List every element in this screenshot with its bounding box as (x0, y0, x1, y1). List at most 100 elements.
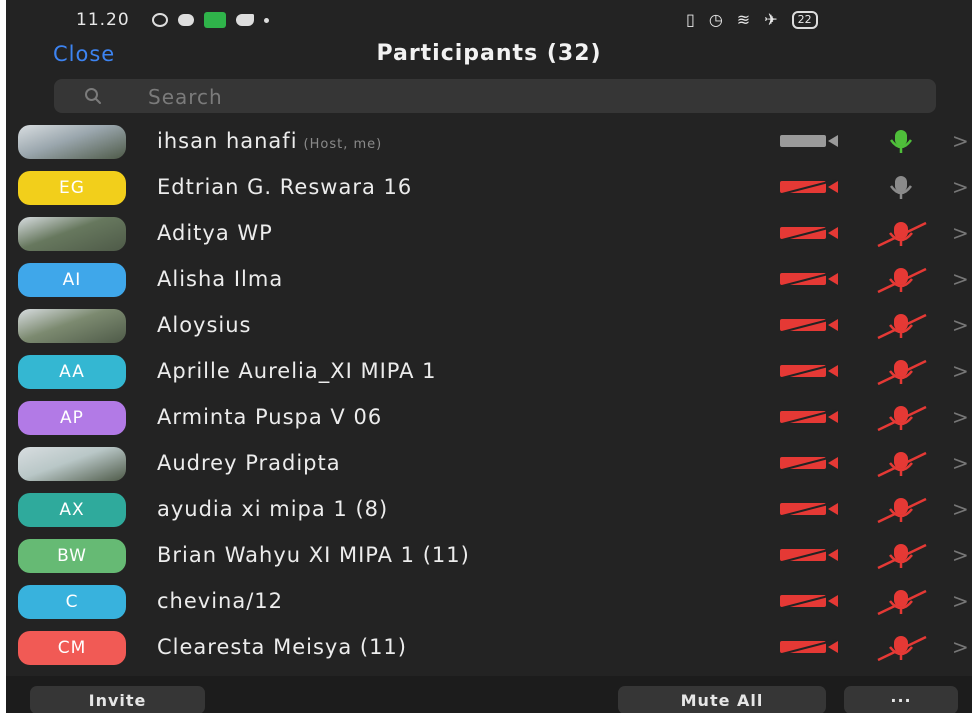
participant-row[interactable]: Aditya WP > (6, 210, 972, 256)
search-icon (85, 88, 101, 104)
video-off-icon (780, 593, 838, 609)
participant-name: Edtrian G. Reswara 16 (157, 175, 413, 199)
participant-name: Brian Wahyu XI MIPA 1 (11) (157, 543, 470, 567)
video-off-icon (780, 455, 838, 471)
participant-name: ihsan hanafi (157, 129, 298, 153)
participant-row[interactable]: Aloysius > (6, 302, 972, 348)
app-notification-icon (178, 14, 194, 26)
video-off-icon (780, 271, 838, 287)
participant-row[interactable]: C chevina/12 > (6, 578, 972, 624)
video-off-icon (780, 225, 838, 241)
participant-row[interactable]: AI Alisha Ilma > (6, 256, 972, 302)
avatar: BW (18, 539, 126, 573)
mic-inactive-icon (889, 176, 913, 199)
avatar: EG (18, 171, 126, 205)
chevron-right-icon[interactable]: > (952, 405, 969, 429)
avatar: AI (18, 263, 126, 297)
chevron-right-icon[interactable]: > (952, 543, 969, 567)
alarm-icon: ◷ (708, 10, 723, 29)
participant-name: Audrey Pradipta (157, 451, 341, 475)
video-off-icon (780, 547, 838, 563)
mic-icon (889, 130, 913, 153)
participant-row[interactable]: ihsan hanafi (Host, me) > (6, 118, 972, 164)
chevron-right-icon[interactable]: > (952, 359, 969, 383)
invite-button[interactable]: Invite (30, 686, 205, 713)
vibrate-icon: ▯ (686, 10, 695, 29)
participant-name-wrap: Clearesta Meisya (11) (157, 635, 413, 659)
participant-name: Clearesta Meisya (11) (157, 635, 407, 659)
mic-muted-icon (877, 267, 927, 294)
avatar: AX (18, 493, 126, 527)
participant-name-wrap: Brian Wahyu XI MIPA 1 (11) (157, 543, 476, 567)
header: Participants (32) Close (6, 38, 972, 78)
mic-muted-icon (877, 359, 927, 386)
airplane-icon: ✈ (764, 10, 778, 29)
participant-row[interactable]: CM Clearesta Meisya (11) > (6, 624, 972, 670)
chevron-right-icon[interactable]: > (952, 451, 969, 475)
avatar: CM (18, 631, 126, 665)
participant-name-wrap: Aprille Aurelia_XI MIPA 1 (157, 359, 443, 383)
avatar-photo (18, 309, 126, 343)
search-input[interactable] (146, 79, 910, 115)
mic-muted-icon (877, 543, 927, 570)
chevron-right-icon[interactable]: > (952, 175, 969, 199)
participant-name-wrap: ihsan hanafi (Host, me) (157, 129, 382, 153)
avatar: AP (18, 401, 126, 435)
video-off-icon (780, 363, 838, 379)
avatar: C (18, 585, 126, 619)
participant-row[interactable]: BW Brian Wahyu XI MIPA 1 (11) > (6, 532, 972, 578)
participant-row[interactable]: AA Aprille Aurelia_XI MIPA 1 > (6, 348, 972, 394)
chevron-right-icon[interactable]: > (952, 313, 969, 337)
mic-muted-icon (877, 589, 927, 616)
participant-row[interactable]: AX ayudia xi mipa 1 (8) > (6, 486, 972, 532)
mic-muted-icon (877, 635, 927, 662)
avatar: AA (18, 355, 126, 389)
search-bar (54, 79, 936, 115)
participant-list: ihsan hanafi (Host, me) > EG Edtrian G. R… (6, 118, 972, 670)
participant-name: chevina/12 (157, 589, 284, 613)
participant-name: Aditya WP (157, 221, 273, 245)
video-off-icon (780, 179, 838, 195)
chevron-right-icon[interactable]: > (952, 221, 969, 245)
chevron-right-icon[interactable]: > (952, 589, 969, 613)
mute-all-button[interactable]: Mute All (618, 686, 826, 713)
participant-name-wrap: ayudia xi mipa 1 (8) (157, 497, 394, 521)
participant-name-wrap: Audrey Pradipta (157, 451, 347, 475)
participant-name: ayudia xi mipa 1 (8) (157, 497, 389, 521)
avatar-photo (18, 125, 126, 159)
status-time: 11.20 (76, 10, 130, 30)
participant-role: (Host, me) (303, 137, 383, 152)
participant-name: Arminta Puspa V 06 (157, 405, 383, 429)
system-icons: ▯ ◷ ≋ ✈ 22 (686, 10, 818, 29)
participant-name-wrap: chevina/12 (157, 589, 289, 613)
more-options-button[interactable]: ··· (844, 686, 958, 713)
avatar-photo (18, 447, 126, 481)
close-button[interactable]: Close (53, 42, 115, 66)
video-off-icon (780, 317, 838, 333)
participant-name: Aprille Aurelia_XI MIPA 1 (157, 359, 437, 383)
video-off-icon (780, 409, 838, 425)
mic-muted-icon (877, 405, 927, 432)
participant-row[interactable]: Audrey Pradipta > (6, 440, 972, 486)
status-bar: 11.20 ▯ ◷ ≋ ✈ 22 (6, 0, 972, 38)
twitter-icon (236, 14, 254, 26)
page-title: Participants (32) (376, 41, 602, 66)
green-app-icon (204, 12, 226, 28)
video-off-icon (780, 639, 838, 655)
participant-row[interactable]: AP Arminta Puspa V 06 > (6, 394, 972, 440)
participant-name-wrap: Edtrian G. Reswara 16 (157, 175, 418, 199)
zoom-participants-screen: 11.20 ▯ ◷ ≋ ✈ 22 Participants (32) Close (6, 0, 972, 713)
wifi-icon: ≋ (736, 10, 751, 29)
chevron-right-icon[interactable]: > (952, 267, 969, 291)
notification-icons (152, 12, 269, 28)
mic-muted-icon (877, 497, 927, 524)
participant-name: Alisha Ilma (157, 267, 284, 291)
mic-muted-icon (877, 451, 927, 478)
participant-row[interactable]: EG Edtrian G. Reswara 16 > (6, 164, 972, 210)
chevron-right-icon[interactable]: > (952, 129, 969, 153)
participant-name-wrap: Arminta Puspa V 06 (157, 405, 388, 429)
chevron-right-icon[interactable]: > (952, 497, 969, 521)
whatsapp-icon (152, 13, 168, 27)
chevron-right-icon[interactable]: > (952, 635, 969, 659)
participant-name: Aloysius (157, 313, 252, 337)
